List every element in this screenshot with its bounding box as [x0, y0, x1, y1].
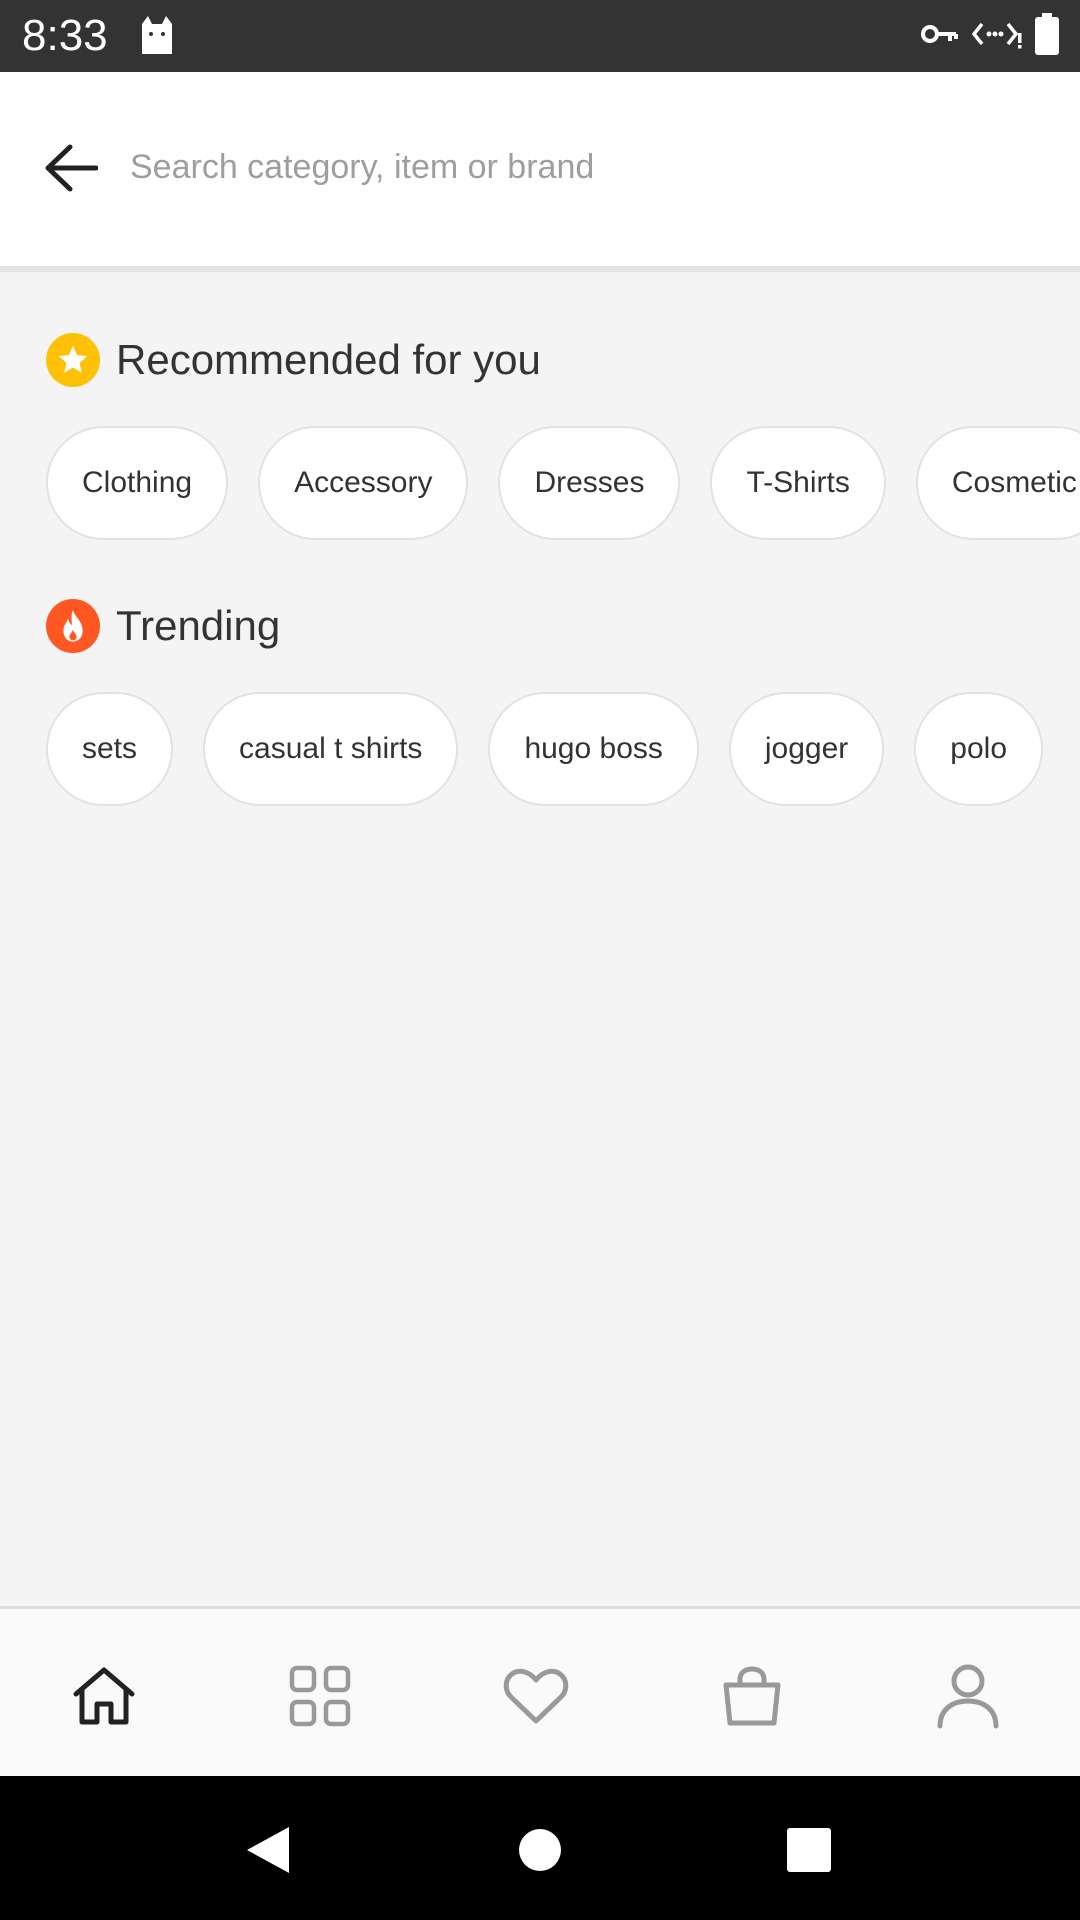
chip-casual-t-shirts[interactable]: casual t shirts — [203, 692, 459, 806]
system-home-button[interactable] — [512, 1822, 568, 1878]
wishlist-icon — [503, 1668, 569, 1724]
chip-hugo-boss[interactable]: hugo boss — [488, 692, 699, 806]
battery-icon — [1034, 12, 1060, 60]
trending-chips: sets casual t shirts hugo boss jogger po… — [46, 692, 1044, 806]
arrow-left-icon — [45, 144, 98, 192]
recommended-header: Recommended for you — [46, 333, 541, 387]
fire-icon — [46, 599, 100, 653]
back-icon — [247, 1827, 289, 1873]
chip-sets[interactable]: sets — [46, 692, 174, 806]
home-circle-icon — [519, 1829, 561, 1871]
system-back-button[interactable] — [239, 1822, 295, 1878]
back-button[interactable] — [40, 137, 102, 199]
chip-t-shirts[interactable]: T-Shirts — [710, 426, 886, 540]
data-saver-icon — [971, 19, 1022, 54]
recents-icon — [787, 1828, 831, 1872]
cat-icon — [136, 14, 178, 56]
profile-icon — [937, 1664, 999, 1729]
star-icon — [46, 333, 100, 387]
system-recents-button[interactable] — [781, 1822, 837, 1878]
chip-dresses[interactable]: Dresses — [498, 426, 681, 540]
search-input[interactable] — [130, 132, 1030, 202]
nav-home[interactable] — [69, 1661, 139, 1731]
nav-categories[interactable] — [285, 1661, 355, 1731]
bag-icon — [723, 1666, 781, 1726]
home-icon — [73, 1667, 135, 1725]
system-nav — [0, 1776, 1080, 1920]
section-title: Recommended for you — [116, 336, 541, 383]
bottom-nav — [0, 1606, 1080, 1776]
recommended-chips: Clothing Accessory Dresses T-Shirts Cosm… — [46, 426, 1080, 540]
nav-profile[interactable] — [933, 1661, 1003, 1731]
trending-header: Trending — [46, 599, 280, 653]
chip-clothing[interactable]: Clothing — [46, 426, 229, 540]
chip-jogger[interactable]: jogger — [728, 692, 885, 806]
chip-polo[interactable]: polo — [914, 692, 1044, 806]
nav-wishlist[interactable] — [501, 1661, 571, 1731]
status-time: 8:33 — [22, 11, 108, 60]
chip-accessory[interactable]: Accessory — [258, 426, 469, 540]
status-icons — [920, 12, 1060, 60]
nav-bag[interactable] — [717, 1661, 787, 1731]
section-title: Trending — [116, 602, 281, 649]
vpn-key-icon — [920, 19, 960, 54]
divider — [0, 266, 1080, 272]
categories-icon — [289, 1665, 351, 1727]
chip-cosmetic[interactable]: Cosmetic — [915, 426, 1080, 540]
status-bar: 8:33 — [0, 0, 1080, 72]
search-header — [0, 72, 1080, 266]
